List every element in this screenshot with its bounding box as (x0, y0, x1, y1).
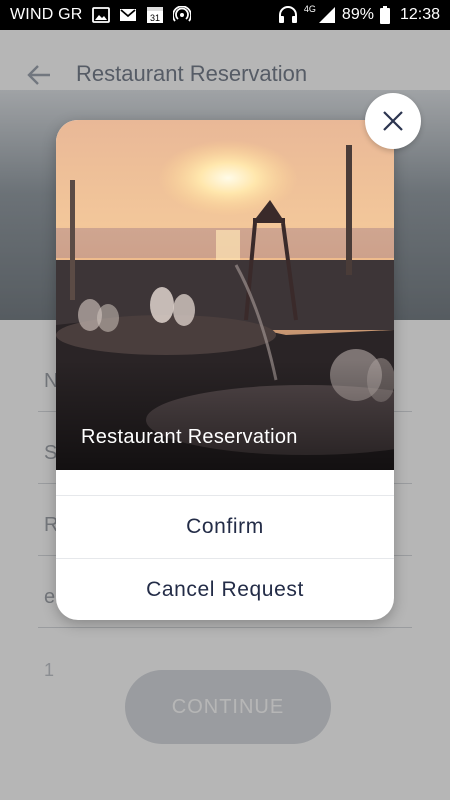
calendar-icon: 31 (146, 7, 163, 23)
cancel-request-button[interactable]: Cancel Request (56, 559, 394, 620)
battery-percent: 89% (341, 6, 374, 23)
headphones-icon (278, 6, 297, 23)
modal-title: Restaurant Reservation (81, 426, 298, 448)
close-button[interactable] (365, 93, 421, 149)
calendar-day: 31 (150, 13, 160, 23)
clock: 12:38 (399, 6, 440, 23)
network-type: 4G (303, 4, 316, 14)
image-icon (91, 7, 110, 23)
gmail-icon (119, 9, 136, 21)
hotspot-icon (172, 6, 191, 22)
confirm-button[interactable]: Confirm (56, 496, 394, 558)
carrier-name: WIND GR (10, 6, 83, 23)
image-gradient (56, 360, 394, 470)
signal-icon (318, 7, 335, 23)
battery-icon (379, 6, 390, 24)
reservation-modal: Restaurant Reservation Confirm Cancel Re… (56, 120, 394, 620)
close-icon (383, 111, 403, 131)
status-bar: WIND GR 31 4G 89% 12:38 (0, 0, 450, 30)
